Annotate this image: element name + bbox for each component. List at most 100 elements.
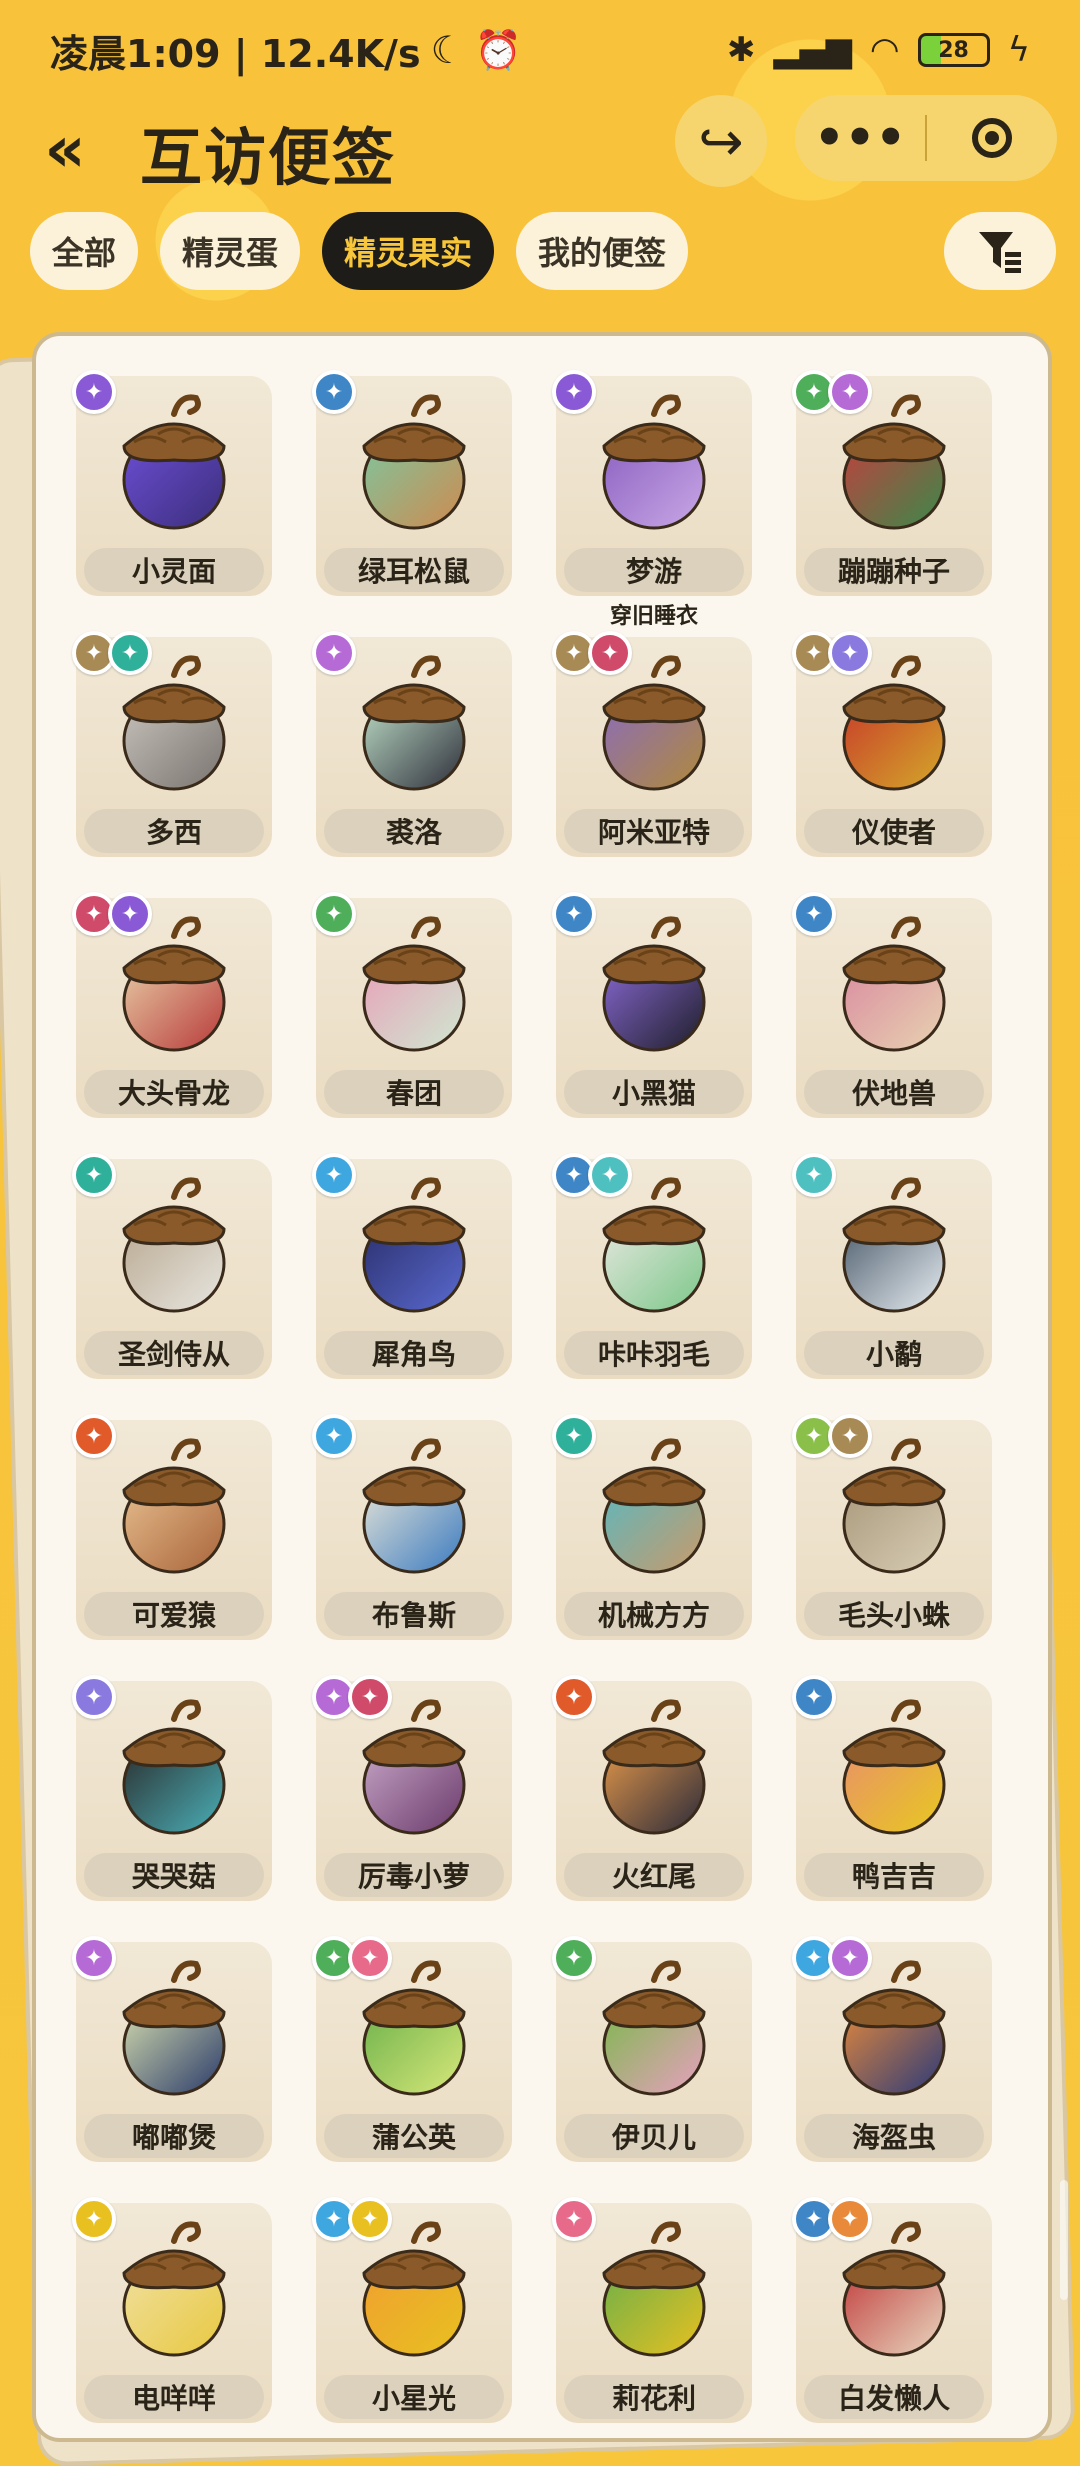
attribute-badges: ✦ ✦ (312, 1675, 392, 1719)
attribute-icon: ✦ (348, 1675, 392, 1719)
fruit-item[interactable]: ✦ ✦ 毛头小蛛 (792, 1414, 992, 1640)
fruit-name: 哭哭菇 (84, 1853, 264, 1897)
attribute-icon: ✦ (72, 2197, 116, 2241)
attribute-badges: ✦ (72, 1936, 116, 1980)
fruit-item[interactable]: ✦ 圣剑侍从 (72, 1153, 272, 1379)
attribute-icon: ✦ (552, 1675, 596, 1719)
fruit-name: 电咩咩 (84, 2375, 264, 2419)
back-icon[interactable]: « (30, 115, 100, 185)
tab-my-notes[interactable]: 我的便签 (516, 212, 689, 290)
fruit-name: 机械方方 (564, 1592, 744, 1636)
acorn-fruit-icon (122, 2221, 226, 2357)
attribute-badges: ✦ ✦ (792, 1936, 872, 1980)
fruit-item[interactable]: ✦ 布鲁斯 (312, 1414, 512, 1640)
fruit-item[interactable]: ✦ ✦ 蒲公英 (312, 1936, 512, 2162)
wifi-icon: ◠ (869, 30, 900, 70)
fruit-item[interactable]: ✦ 绿耳松鼠 (312, 370, 512, 596)
fruit-name: 可爱猿 (84, 1592, 264, 1636)
fruit-item[interactable]: ✦ 梦游 穿旧睡衣 (552, 370, 752, 629)
attribute-icon: ✦ (828, 1414, 872, 1458)
attribute-badges: ✦ (792, 892, 836, 936)
fruit-item[interactable]: ✦ 小黑猫 (552, 892, 752, 1118)
fruit-item[interactable]: ✦ ✦ 海盔虫 (792, 1936, 992, 2162)
fruit-item[interactable]: ✦ 机械方方 (552, 1414, 752, 1640)
filter-button[interactable] (944, 212, 1056, 290)
fruit-item[interactable]: ✦ 电咩咩 (72, 2197, 272, 2423)
fruit-item[interactable]: ✦ 火红尾 (552, 1675, 752, 1901)
fruit-name: 咔咔羽毛 (564, 1331, 744, 1375)
attribute-badges: ✦ ✦ (792, 2197, 872, 2241)
attribute-badges: ✦ (552, 1414, 596, 1458)
attribute-badges: ✦ (312, 1153, 356, 1197)
fruit-item[interactable]: ✦ 犀角鸟 (312, 1153, 512, 1379)
more-icon[interactable]: ••• (795, 110, 925, 166)
header: « 互访便签 ↪ ••• (0, 95, 1080, 205)
tab-eggs[interactable]: 精灵蛋 (160, 212, 301, 290)
fruit-item[interactable]: ✦ 春团 (312, 892, 512, 1118)
fruit-item[interactable]: ✦ ✦ 小星光 (312, 2197, 512, 2423)
status-time: 凌晨1:09 | 12.4K/s (50, 31, 421, 76)
attribute-icon: ✦ (72, 1675, 116, 1719)
fruit-item[interactable]: ✦ 伊贝儿 (552, 1936, 752, 2162)
fruit-item[interactable]: ✦ ✦ 咔咔羽毛 (552, 1153, 752, 1379)
battery-icon: 28 (917, 33, 990, 67)
acorn-fruit-icon (362, 1177, 466, 1313)
fruit-name: 小灵面 (84, 548, 264, 592)
attribute-badges: ✦ ✦ (792, 370, 872, 414)
fruit-item[interactable]: ✦ 伏地兽 (792, 892, 992, 1118)
moon-icon: ☾ (430, 28, 465, 72)
attribute-badges: ✦ (312, 1414, 356, 1458)
filter-icon (979, 232, 1021, 273)
acorn-fruit-icon (122, 1438, 226, 1574)
attribute-icon: ✦ (792, 1675, 836, 1719)
attribute-icon: ✦ (72, 1414, 116, 1458)
fruit-item[interactable]: ✦ ✦ 蹦蹦种子 (792, 370, 992, 596)
fruit-item[interactable]: ✦ 小鹬 (792, 1153, 992, 1379)
signal-icon: ▂▄▆ (773, 30, 852, 70)
fruit-item[interactable]: ✦ 裘洛 (312, 631, 512, 857)
acorn-fruit-icon (602, 1699, 706, 1835)
attribute-icon: ✦ (348, 1936, 392, 1980)
fruit-item[interactable]: ✦ ✦ 阿米亚特 (552, 631, 752, 857)
fruit-item[interactable]: ✦ ✦ 多西 (72, 631, 272, 857)
fruit-name: 蹦蹦种子 (804, 548, 984, 592)
acorn-fruit-icon (122, 1960, 226, 2096)
attribute-icon: ✦ (108, 892, 152, 936)
fruit-item[interactable]: ✦ 哭哭菇 (72, 1675, 272, 1901)
fruit-name: 小鹬 (804, 1331, 984, 1375)
tab-fruits[interactable]: 精灵果实 (322, 212, 495, 290)
attribute-icon: ✦ (828, 631, 872, 675)
fruit-name: 白发懒人 (804, 2375, 984, 2419)
tab-all[interactable]: 全部 (30, 212, 139, 290)
attribute-icon: ✦ (828, 1936, 872, 1980)
fruit-item[interactable]: ✦ 小灵面 (72, 370, 272, 596)
acorn-fruit-icon (842, 916, 946, 1052)
acorn-fruit-icon (122, 394, 226, 530)
fruit-item[interactable]: ✦ ✦ 白发懒人 (792, 2197, 992, 2423)
close-button[interactable] (927, 118, 1057, 158)
fruit-item[interactable]: ✦ ✦ 厉毒小萝 (312, 1675, 512, 1901)
attribute-icon: ✦ (552, 1414, 596, 1458)
attribute-badges: ✦ (72, 1675, 116, 1719)
attribute-badges: ✦ (792, 1153, 836, 1197)
fruit-name: 绿耳松鼠 (324, 548, 504, 592)
attribute-icon: ✦ (552, 370, 596, 414)
fruit-item[interactable]: ✦ 莉花利 (552, 2197, 752, 2423)
fruit-item[interactable]: ✦ 嘟嘟煲 (72, 1936, 272, 2162)
attribute-icon: ✦ (312, 370, 356, 414)
scroll-indicator[interactable] (1060, 2180, 1068, 2300)
acorn-fruit-icon (362, 916, 466, 1052)
fruit-item[interactable]: ✦ 可爱猿 (72, 1414, 272, 1640)
alarm-icon: ⏰ (474, 27, 522, 72)
acorn-fruit-icon (842, 1177, 946, 1313)
attribute-badges: ✦ ✦ (792, 631, 872, 675)
filter-tabs: 全部 精灵蛋 精灵果实 我的便签 (30, 212, 689, 290)
attribute-badges: ✦ (72, 370, 116, 414)
fruit-item[interactable]: ✦ ✦ 大头骨龙 (72, 892, 272, 1118)
fruit-item[interactable]: ✦ 鸭吉吉 (792, 1675, 992, 1901)
attribute-icon: ✦ (588, 1153, 632, 1197)
fruit-name: 多西 (84, 809, 264, 853)
share-button[interactable]: ↪ (675, 95, 767, 187)
fruit-item[interactable]: ✦ ✦ 仪使者 (792, 631, 992, 857)
target-icon (972, 118, 1012, 158)
